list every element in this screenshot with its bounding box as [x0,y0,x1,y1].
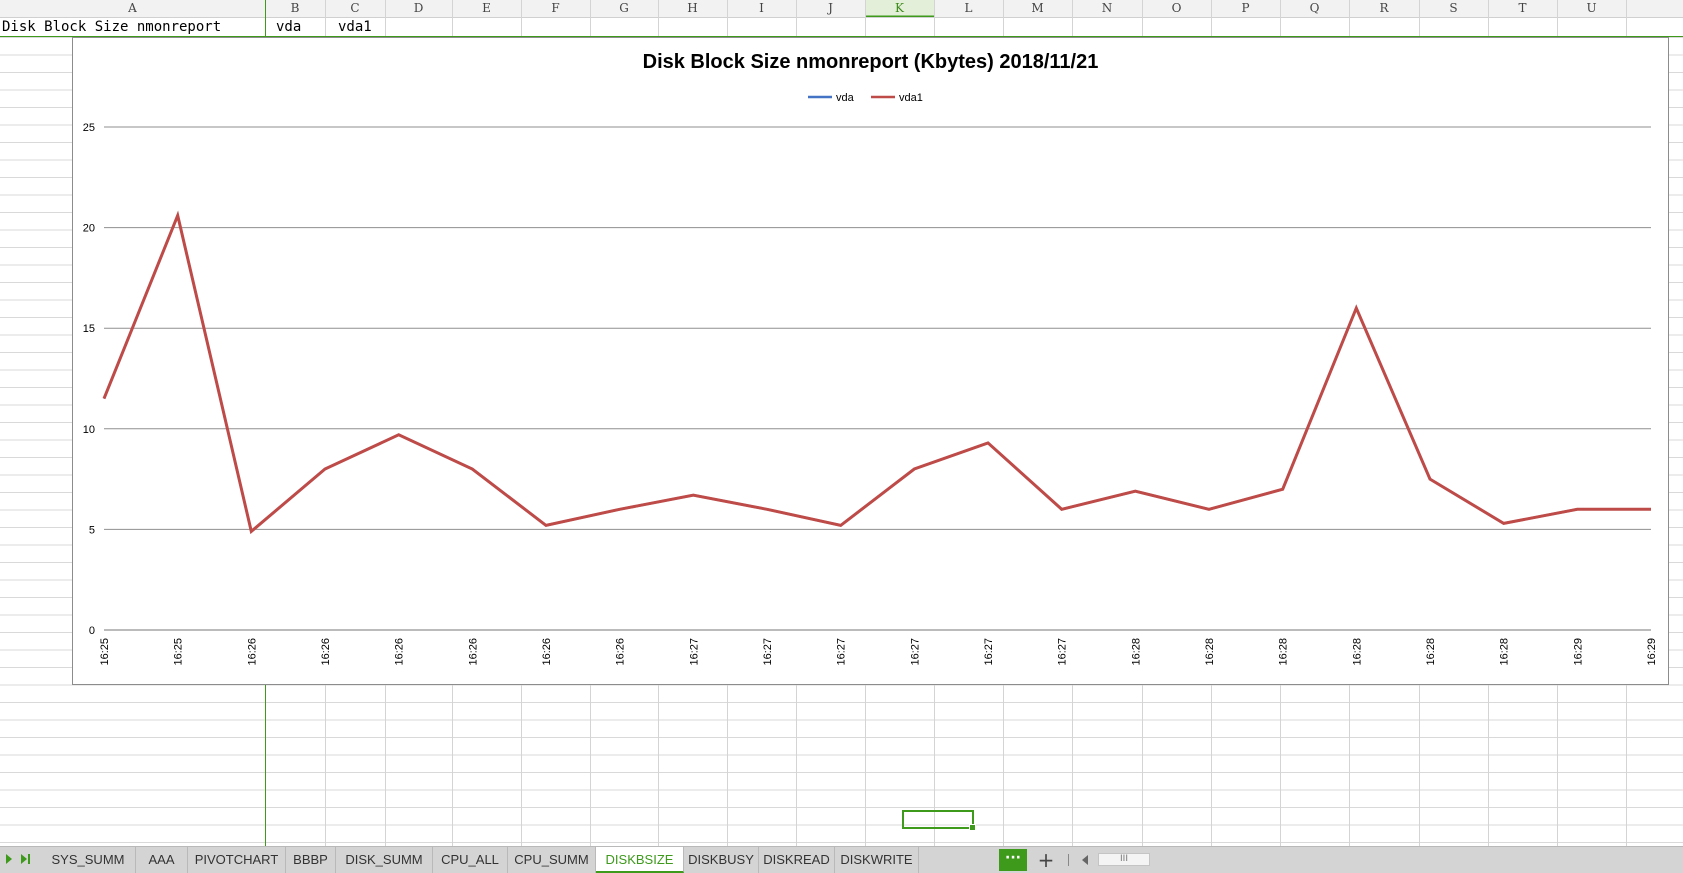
x-tick-label: 16:25 [99,638,111,666]
fill-handle[interactable] [969,824,976,831]
cell-b1[interactable]: vda [276,17,301,37]
x-tick-label: 16:27 [983,638,995,666]
scroll-left-icon[interactable] [1082,855,1088,865]
y-tick-label: 25 [83,122,95,134]
y-tick-label: 15 [83,323,95,335]
column-header-q[interactable]: Q [1280,0,1349,17]
column-header-e[interactable]: E [452,0,521,17]
tab-divider [1068,854,1069,866]
y-tick-label: 20 [83,223,95,235]
x-tick-label: 16:26 [246,638,258,666]
column-header-b[interactable]: B [265,0,325,17]
x-tick-label: 16:26 [541,638,553,666]
sheet-tab-diskwrite[interactable]: DISKWRITE [835,847,919,873]
chart-title[interactable]: Disk Block Size nmonreport (Kbytes) 2018… [643,51,1099,73]
x-tick-label: 16:28 [1499,638,1511,666]
column-header-t[interactable]: T [1488,0,1557,17]
sheet-tab-cpu-all[interactable]: CPU_ALL [433,847,508,873]
column-header-i[interactable]: I [727,0,796,17]
y-tick-label: 10 [83,424,95,436]
y-tick-label: 0 [89,625,95,637]
x-tick-label: 16:28 [1351,638,1363,666]
line-chart[interactable]: Disk Block Size nmonreport (Kbytes) 2018… [72,37,1669,685]
column-header-a[interactable]: A [0,0,265,17]
column-header-l[interactable]: L [934,0,1003,17]
y-tick-label: 5 [89,524,95,536]
column-header-d[interactable]: D [385,0,452,17]
x-tick-label: 16:26 [320,638,332,666]
sheet-tab-diskbusy[interactable]: DISKBUSY [684,847,759,873]
sheet-tab-diskbsize[interactable]: DISKBSIZE [596,847,684,873]
legend-label-vda1: vda1 [899,92,923,104]
cell-c1[interactable]: vda1 [338,17,372,37]
x-tick-label: 16:27 [909,638,921,666]
last-sheet-bar-icon [28,854,30,864]
series-line-vda1[interactable] [102,210,1651,535]
cell-a1[interactable]: Disk Block Size nmonreport [2,17,221,37]
last-sheet-arrow-icon[interactable] [21,854,27,864]
chart-legend[interactable]: vda vda1 [808,92,923,104]
x-tick-label: 16:25 [173,638,185,666]
x-tick-label: 16:28 [1425,638,1437,666]
x-tick-label: 16:26 [467,638,479,666]
sheet-tab-diskread[interactable]: DISKREAD [759,847,835,873]
column-header-f[interactable]: F [521,0,590,17]
x-tick-label: 16:28 [1130,638,1142,666]
column-header-row[interactable]: ABCDEFGHIJKLMNOPQRSTU [0,0,1683,17]
x-tick-label: 16:28 [1204,638,1216,666]
column-header-r[interactable]: R [1349,0,1419,17]
sheet-tab-aaa[interactable]: AAA [136,847,188,873]
sheet-tab-sys-summ[interactable]: SYS_SUMM [41,847,136,873]
horizontal-scroll-thumb[interactable]: III [1098,853,1150,866]
x-tick-label: 16:26 [394,638,406,666]
sheet-tab-bar: SYS_SUMM AAA PIVOTCHART BBBP DISK_SUMM CPU_AL… [0,846,1683,873]
add-sheet-button[interactable]: + [1036,848,1056,872]
column-header-p[interactable]: P [1211,0,1280,17]
column-header-o[interactable]: O [1142,0,1211,17]
series-line-vda[interactable] [102,211,1651,534]
x-tick-label: 16:29 [1646,638,1658,666]
x-tick-label: 16:27 [762,638,774,666]
first-sheet-arrow-icon[interactable] [6,854,12,864]
sheet-tab-cpu-summ[interactable]: CPU_SUMM [508,847,596,873]
column-header-u[interactable]: U [1557,0,1626,17]
legend-label-vda: vda [836,92,855,104]
sheet-tab-disk-summ[interactable]: DISK_SUMM [336,847,433,873]
x-tick-label: 16:27 [1057,638,1069,666]
column-header-g[interactable]: G [590,0,658,17]
sheet-tab-pivotchart[interactable]: PIVOTCHART [188,847,286,873]
x-tick-label: 16:27 [688,638,700,666]
x-tick-label: 16:29 [1572,638,1584,666]
column-header-j[interactable]: J [796,0,865,17]
column-header-n[interactable]: N [1072,0,1142,17]
column-header-s[interactable]: S [1419,0,1488,17]
x-tick-label: 16:26 [615,638,627,666]
chart-canvas: Disk Block Size nmonreport (Kbytes) 2018… [83,51,1658,666]
selected-cell-k[interactable] [902,810,976,831]
more-sheets-button[interactable]: ··· [999,849,1027,871]
sheet-tab-bbbp[interactable]: BBBP [286,847,336,873]
column-header-k[interactable]: K [865,0,934,17]
column-header-h[interactable]: H [658,0,727,17]
x-tick-label: 16:28 [1278,638,1290,666]
column-header-m[interactable]: M [1003,0,1072,17]
x-tick-label: 16:27 [836,638,848,666]
column-header-c[interactable]: C [325,0,385,17]
